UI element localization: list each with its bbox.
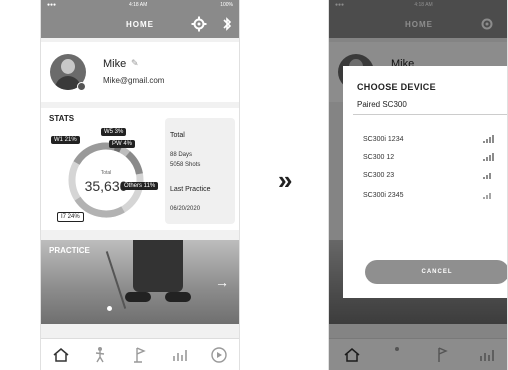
profile-card[interactable]: Mike ✎ Mike@gmail.com <box>41 42 239 102</box>
donut-center-label: Total <box>100 170 112 176</box>
device-item[interactable]: SC300i 2345 <box>363 192 403 199</box>
tag-w5: W5 3% <box>101 128 127 136</box>
signal-icon: ●●● <box>47 2 57 8</box>
tag-w1: W1 21% <box>51 136 80 144</box>
golf-club <box>105 251 127 309</box>
golfer-shoe <box>125 292 151 302</box>
paired-device: Paired SC300 <box>357 100 407 109</box>
status-bar: ●●● 4:18 AM 100% <box>41 0 239 10</box>
tag-i7: I7 24% <box>57 212 84 222</box>
pencil-icon[interactable]: ✎ <box>131 58 139 69</box>
golfer-shoe <box>165 292 191 302</box>
battery-level: 100% <box>220 2 233 8</box>
nav-bar: HOME <box>41 10 239 38</box>
practice-label: PRACTICE <box>49 246 90 255</box>
tab-bar <box>41 338 239 370</box>
total-label: Total <box>170 132 185 139</box>
total-shots: 5058 Shots <box>170 162 201 168</box>
stats-header: STATS <box>49 114 75 123</box>
page-title: HOME <box>126 19 154 29</box>
practice-banner[interactable]: PRACTICE → <box>41 240 239 324</box>
signal-strength-icon <box>483 135 494 143</box>
play-icon[interactable] <box>209 345 229 365</box>
tag-others: Others 11% <box>121 182 159 190</box>
divider <box>353 114 507 115</box>
tag-pw: PW 4% <box>109 140 136 148</box>
golfer-legs <box>133 240 183 292</box>
status-time: 4:18 AM <box>128 2 148 8</box>
total-days: 88 Days <box>170 152 193 158</box>
device-item[interactable]: SC300 23 <box>363 172 394 179</box>
home-icon[interactable] <box>51 345 71 365</box>
signal-strength-icon <box>483 193 491 199</box>
golf-ball <box>107 306 112 311</box>
stats-donut-chart: Total 35,630 W1 21% W5 3% PW 4% Others 1… <box>51 128 171 228</box>
chart-icon[interactable] <box>170 345 190 365</box>
cancel-button[interactable]: CANCEL <box>365 260 507 284</box>
device-item[interactable]: SC300 12 <box>363 154 394 161</box>
profile-name: Mike <box>103 58 127 70</box>
flag-icon[interactable] <box>130 345 150 365</box>
profile-email: Mike@gmail.com <box>103 76 165 85</box>
gear-icon[interactable] <box>191 16 207 32</box>
camera-icon[interactable] <box>77 82 86 91</box>
arrow-right-icon[interactable]: → <box>215 274 229 290</box>
home-screen: ●●● 4:18 AM 100% HOME Mike ✎ Mike@gmail.… <box>40 0 240 370</box>
choose-device-screen: ●●● 4:18 AM HOME Mike CHOOSE DEVICE Pair… <box>328 0 508 370</box>
last-practice-label: Last Practice <box>170 186 211 193</box>
device-item[interactable]: SC300i 1234 <box>363 136 403 143</box>
dialog-title: CHOOSE DEVICE <box>357 82 436 92</box>
stats-summary: Total 88 Days 5058 Shots Last Practice 0… <box>165 118 235 224</box>
next-step-chevron: » <box>278 165 293 195</box>
signal-strength-icon <box>483 153 494 161</box>
stats-card: STATS Total 35,630 W1 21% W5 3% PW 4% Ot… <box>41 108 239 230</box>
bluetooth-icon[interactable] <box>219 16 235 32</box>
choose-device-dialog: CHOOSE DEVICE Paired SC300 SC300i 1234 S… <box>343 66 507 298</box>
signal-strength-icon <box>483 173 491 179</box>
golfer-icon[interactable] <box>90 345 110 365</box>
last-practice-date: 06/20/2020 <box>170 206 201 212</box>
